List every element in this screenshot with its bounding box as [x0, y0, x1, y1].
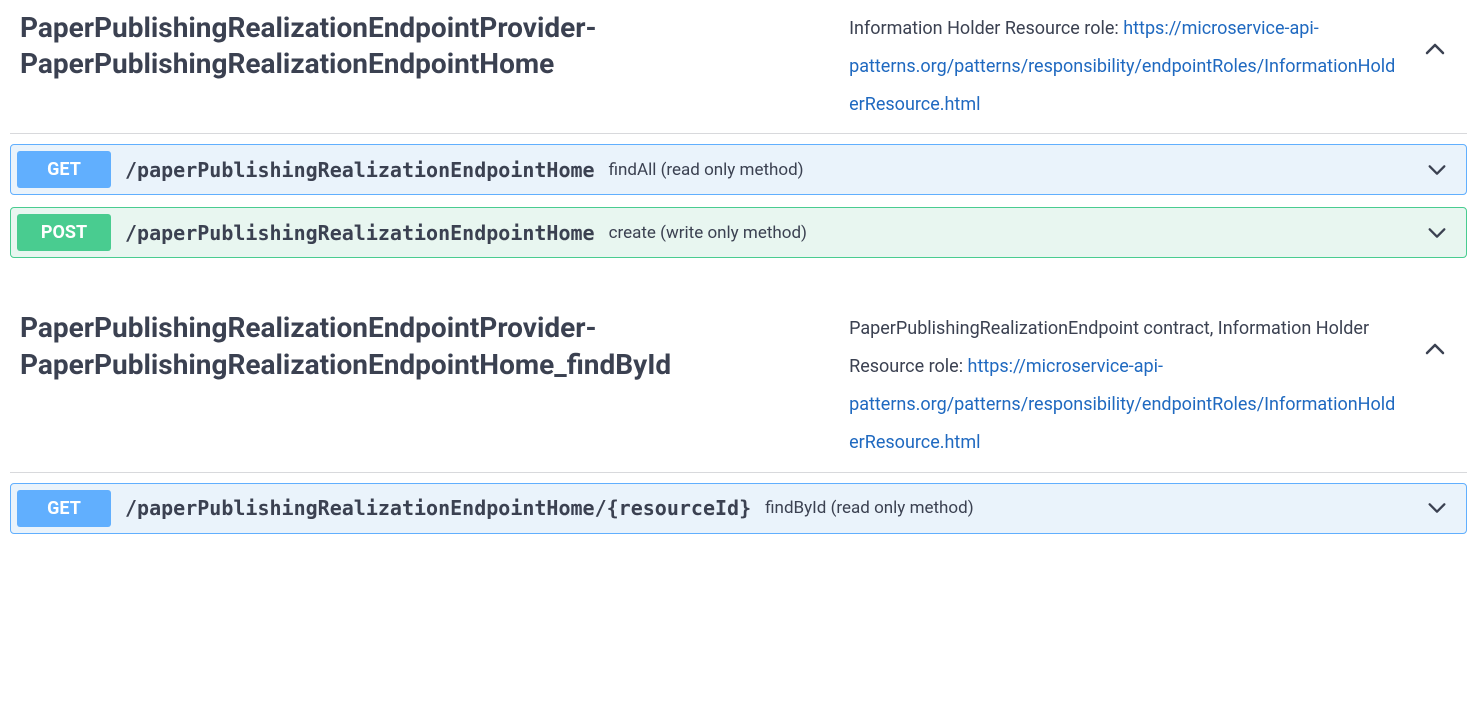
chevron-up-icon[interactable]: [1423, 338, 1447, 362]
operation-summary: findAll (read only method): [609, 160, 1426, 180]
chevron-down-icon[interactable]: [1426, 159, 1448, 181]
tag-description: PaperPublishingRealizationEndpoint contr…: [819, 310, 1423, 461]
tag-header[interactable]: PaperPublishingRealizationEndpointProvid…: [10, 300, 1467, 472]
tag-title: PaperPublishingRealizationEndpointProvid…: [20, 310, 819, 383]
tag-section: PaperPublishingRealizationEndpointProvid…: [10, 300, 1467, 555]
tag-section: PaperPublishingRealizationEndpointProvid…: [10, 0, 1467, 280]
http-method-badge: POST: [17, 214, 111, 251]
tag-header[interactable]: PaperPublishingRealizationEndpointProvid…: [10, 0, 1467, 134]
operation-path: /paperPublishingRealizationEndpointHome: [111, 221, 609, 245]
operation-path: /paperPublishingRealizationEndpointHome/…: [111, 496, 765, 520]
chevron-up-icon[interactable]: [1423, 38, 1447, 62]
http-method-badge: GET: [17, 490, 111, 527]
operation-summary: create (write only method): [609, 223, 1426, 243]
chevron-down-icon[interactable]: [1426, 497, 1448, 519]
operation-summary: findById (read only method): [765, 498, 1426, 518]
operation-row[interactable]: GET /paperPublishingRealizationEndpointH…: [10, 144, 1467, 195]
http-method-badge: GET: [17, 151, 111, 188]
operation-row[interactable]: GET /paperPublishingRealizationEndpointH…: [10, 483, 1467, 534]
operations-list: GET /paperPublishingRealizationEndpointH…: [10, 134, 1467, 280]
operations-list: GET /paperPublishingRealizationEndpointH…: [10, 473, 1467, 556]
tag-title: PaperPublishingRealizationEndpointProvid…: [20, 10, 819, 83]
tag-desc-text: Information Holder Resource role:: [849, 18, 1123, 39]
operation-path: /paperPublishingRealizationEndpointHome: [111, 158, 609, 182]
operation-row[interactable]: POST /paperPublishingRealizationEndpoint…: [10, 207, 1467, 258]
tag-description: Information Holder Resource role: https:…: [819, 10, 1423, 123]
chevron-down-icon[interactable]: [1426, 222, 1448, 244]
